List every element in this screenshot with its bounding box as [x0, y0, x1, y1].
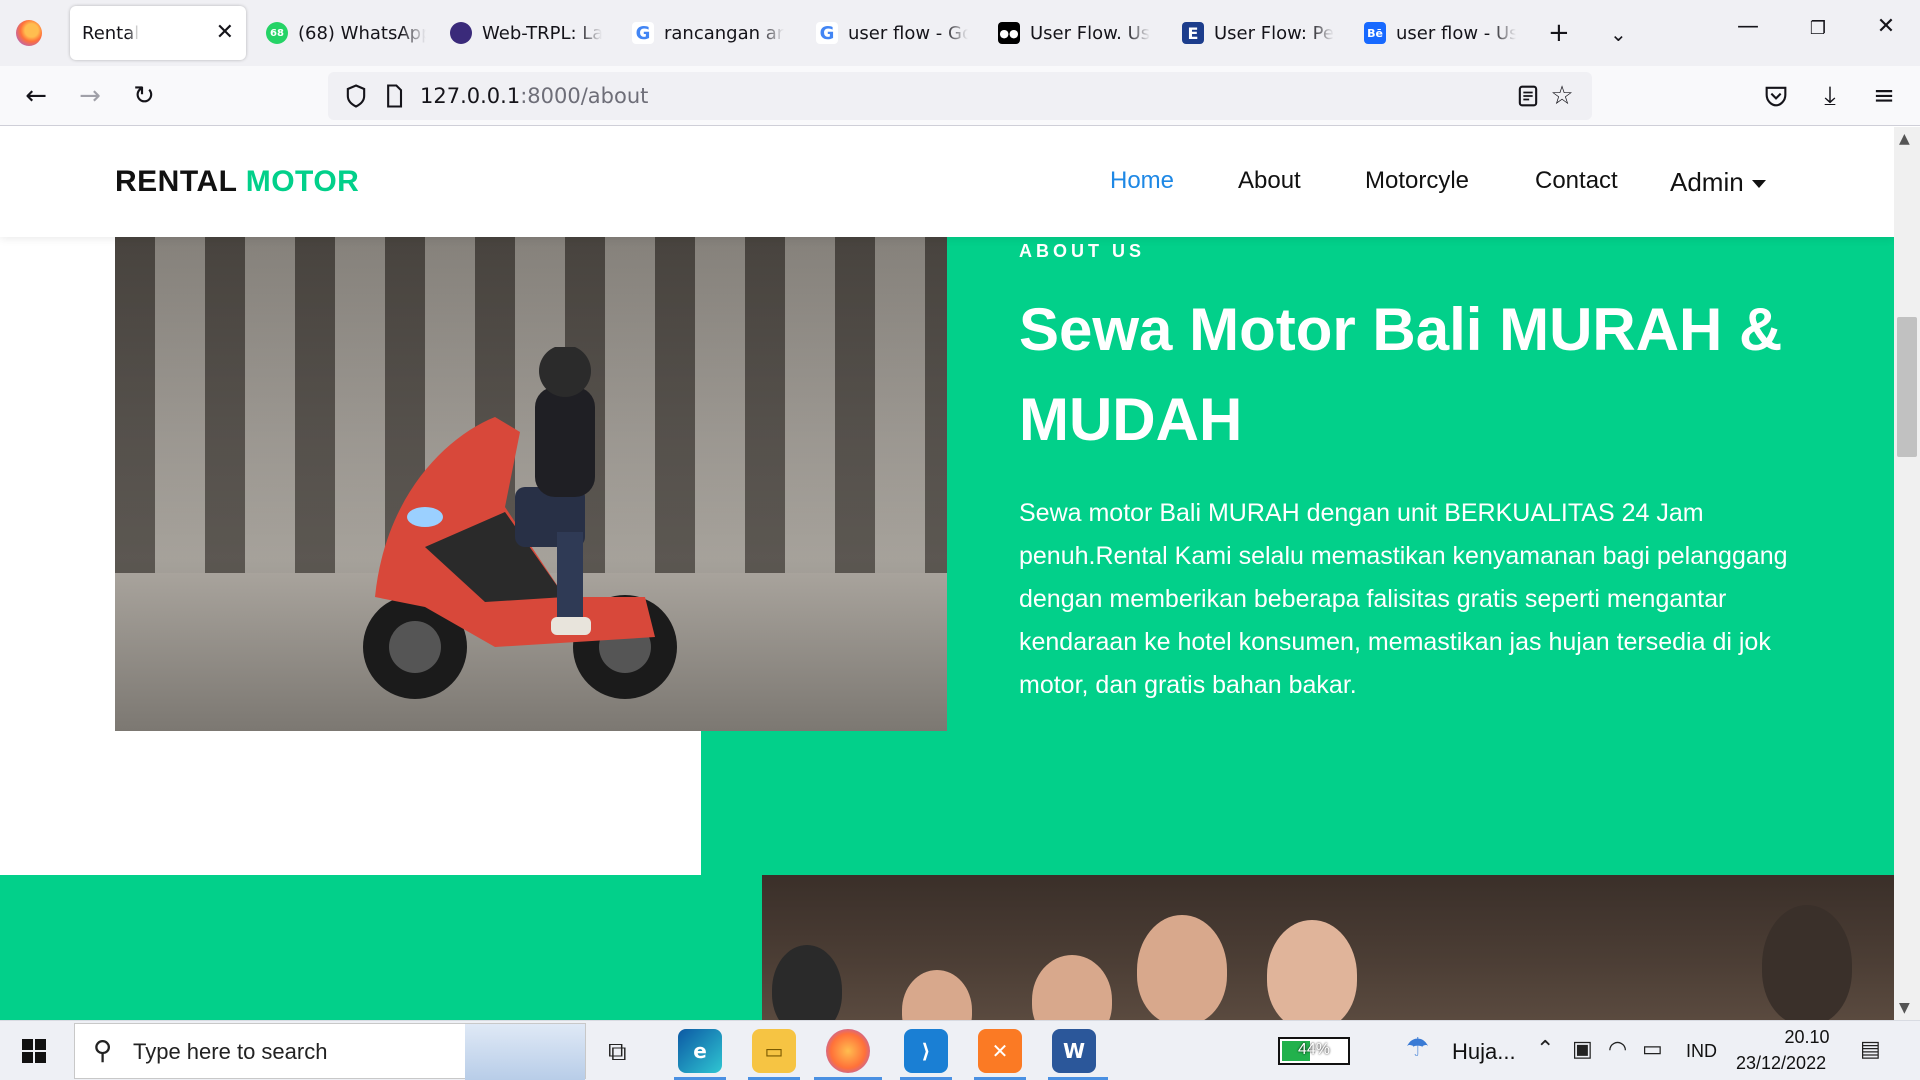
search-icon: ⚲ [93, 1036, 113, 1066]
input-language[interactable]: IND [1686, 1041, 1717, 1062]
forward-arrow-icon[interactable]: → [74, 80, 106, 112]
about-title: Sewa Motor Bali MURAH & MUDAH [1019, 296, 1783, 453]
file-explorer-icon[interactable]: ▭ [752, 1029, 796, 1073]
windows-taskbar: ⚲ Type here to search ⧉ e ▭ ⟩ ✕ W 44% ☂ … [0, 1020, 1920, 1080]
chevron-down-icon[interactable]: ⌄ [1610, 22, 1627, 46]
browser-toolbar: ← → ↻ 127.0.0.1:8000/about ☆ ⤓ ≡ [0, 66, 1920, 126]
team-photo [762, 875, 1894, 1020]
clock-date[interactable]: 23/12/2022 [1736, 1053, 1826, 1074]
weather-text[interactable]: Huja... [1452, 1039, 1516, 1065]
chevron-up-icon[interactable]: ⌃ [1536, 1037, 1554, 1062]
hero-scooter-image [115, 237, 947, 731]
about-eyebrow: ABOUT US [1019, 241, 1145, 261]
scroll-thumb[interactable] [1897, 317, 1917, 457]
vscode-icon[interactable]: ⟩ [904, 1029, 948, 1073]
tab-label: Web-TRPL: Lap [482, 22, 602, 44]
shield-icon[interactable] [342, 82, 370, 110]
meet-now-icon[interactable]: ▣ [1572, 1037, 1593, 1062]
window-close-icon[interactable]: ✕ [1866, 14, 1906, 52]
task-view-icon[interactable]: ⧉ [608, 1037, 627, 1068]
tab-label: user flow - Goo [848, 22, 968, 44]
caret-down-icon [1751, 180, 1766, 189]
battery-percent: 44% [1297, 1041, 1331, 1058]
new-tab-icon[interactable]: + [1548, 18, 1570, 48]
notifications-icon[interactable]: ▤ [1860, 1037, 1881, 1062]
tab-label: Rental [82, 22, 140, 44]
google-icon: G [632, 22, 654, 44]
scooter-rider-illustration [363, 347, 677, 699]
tab-label: (68) WhatsApp [298, 22, 426, 44]
url-text[interactable]: 127.0.0.1:8000/about [420, 84, 648, 108]
about-description: Sewa motor Bali MURAH dengan unit BERKUA… [1019, 499, 1788, 699]
scroll-down-icon[interactable]: ▼ [1899, 1000, 1910, 1016]
behance-icon: Bē [1364, 22, 1386, 44]
reader-view-icon[interactable] [1514, 82, 1542, 110]
tab-web-trpl[interactable]: Web-TRPL: Lap [450, 6, 602, 60]
tab-label: User Flow. User [1030, 22, 1150, 44]
nav-admin-dropdown[interactable]: Admin [1670, 167, 1766, 198]
word-icon[interactable]: W [1052, 1029, 1096, 1073]
tab-whatsapp[interactable]: 68 (68) WhatsApp [266, 6, 426, 60]
page-scrollbar[interactable]: ▲ ▼ [1894, 127, 1920, 1020]
battery-meter[interactable]: 44% [1278, 1037, 1350, 1065]
back-arrow-icon[interactable]: ← [20, 80, 52, 112]
nav-home[interactable]: Home [1110, 167, 1174, 195]
wifi-icon[interactable]: ◠ [1608, 1037, 1627, 1062]
tab-rental[interactable]: Rental ✕ [70, 6, 246, 60]
tab-rancangan[interactable]: G rancangan anta [632, 6, 784, 60]
google-icon: G [816, 22, 838, 44]
restore-icon[interactable]: ❐ [1798, 18, 1838, 56]
bookmark-star-icon[interactable]: ☆ [1546, 80, 1578, 112]
scroll-up-icon[interactable]: ▲ [1899, 131, 1910, 147]
tab-user-flow-peng[interactable]: E User Flow: Peng [1182, 6, 1334, 60]
nav-motorcycle[interactable]: Motorcyle [1365, 167, 1469, 195]
tab-label: user flow - User [1396, 22, 1516, 44]
pocket-icon[interactable] [1762, 82, 1790, 110]
battery-icon[interactable]: ▭ [1642, 1037, 1663, 1062]
page-icon [387, 84, 403, 108]
weather-rain-icon[interactable]: ☂ [1406, 1033, 1429, 1063]
site-header: RENTAL MOTOR Home About Motorcyle Contac… [0, 127, 1894, 237]
search-placeholder: Type here to search [133, 1039, 328, 1064]
page-viewport: RENTAL MOTOR Home About Motorcyle Contac… [0, 127, 1894, 1020]
firefox-icon[interactable] [16, 20, 42, 46]
brand-logo[interactable]: RENTAL MOTOR [115, 165, 359, 199]
reload-icon[interactable]: ↻ [128, 80, 160, 112]
whatsapp-icon: 68 [266, 22, 288, 44]
nav-about[interactable]: About [1238, 167, 1301, 195]
browser-tab-strip: Rental ✕ 68 (68) WhatsApp Web-TRPL: Lap … [0, 0, 1920, 66]
tab-user-flow-behance[interactable]: Bē user flow - User [1364, 6, 1516, 60]
medium-icon: ●● [998, 22, 1020, 44]
hamburger-menu-icon[interactable]: ≡ [1868, 80, 1900, 112]
tab-label: rancangan anta [664, 22, 784, 44]
minimize-icon[interactable]: — [1728, 14, 1768, 52]
tab-user-flow-medium[interactable]: ●● User Flow. User [998, 6, 1150, 60]
firefox-taskbar-icon[interactable] [826, 1029, 870, 1073]
tab-label: User Flow: Peng [1214, 22, 1334, 44]
windows-start-icon[interactable] [22, 1039, 46, 1063]
clock-time[interactable]: 20.10 [1762, 1027, 1852, 1048]
taskbar-search-box[interactable]: ⚲ Type here to search [74, 1023, 586, 1080]
tab-user-flow-google[interactable]: G user flow - Goo [816, 6, 968, 60]
e-icon: E [1182, 22, 1204, 44]
edge-icon[interactable]: e [678, 1029, 722, 1073]
download-icon[interactable]: ⤓ [1814, 80, 1846, 112]
xampp-icon[interactable]: ✕ [978, 1029, 1022, 1073]
campus-icon [450, 22, 472, 44]
close-icon[interactable]: ✕ [216, 20, 234, 45]
address-bar[interactable]: 127.0.0.1:8000/about ☆ [328, 72, 1592, 120]
nav-contact[interactable]: Contact [1535, 167, 1618, 195]
search-highlight-image [465, 1024, 585, 1080]
